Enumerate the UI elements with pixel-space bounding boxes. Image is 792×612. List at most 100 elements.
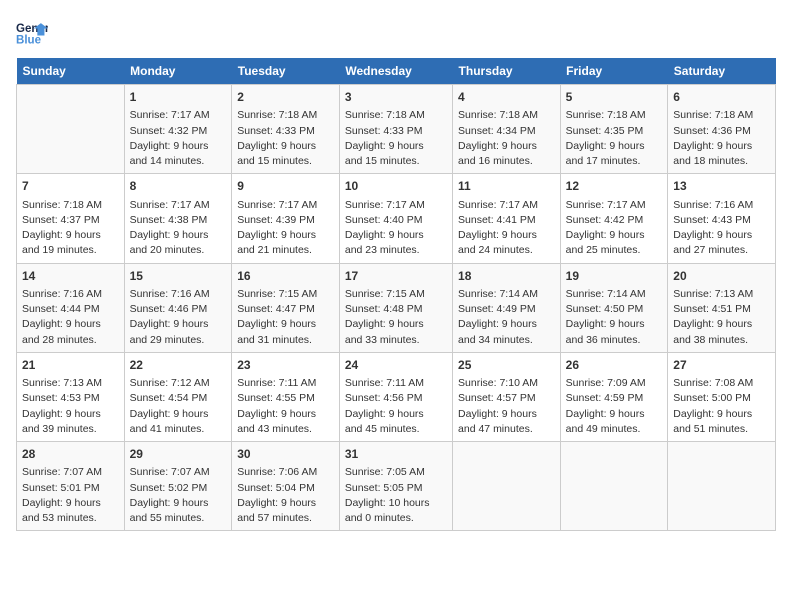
day-number: 12 [566, 178, 663, 195]
day-info: Sunrise: 7:18 AM Sunset: 4:34 PM Dayligh… [458, 108, 555, 169]
calendar-table: SundayMondayTuesdayWednesdayThursdayFrid… [16, 58, 776, 531]
day-cell: 5Sunrise: 7:18 AM Sunset: 4:35 PM Daylig… [560, 85, 668, 174]
day-number: 11 [458, 178, 555, 195]
day-number: 17 [345, 268, 447, 285]
day-number: 3 [345, 89, 447, 106]
day-info: Sunrise: 7:07 AM Sunset: 5:02 PM Dayligh… [130, 465, 227, 526]
day-number: 15 [130, 268, 227, 285]
day-info: Sunrise: 7:18 AM Sunset: 4:35 PM Dayligh… [566, 108, 663, 169]
day-number: 24 [345, 357, 447, 374]
day-info: Sunrise: 7:14 AM Sunset: 4:49 PM Dayligh… [458, 287, 555, 348]
header-cell-monday: Monday [124, 58, 232, 85]
day-info: Sunrise: 7:15 AM Sunset: 4:47 PM Dayligh… [237, 287, 334, 348]
day-cell: 1 Sunrise: 7:17 AM Sunset: 4:32 PM Daylig… [124, 85, 232, 174]
day-number: 1 [130, 89, 227, 106]
calendar-body: 1 Sunrise: 7:17 AM Sunset: 4:32 PM Daylig… [17, 85, 776, 531]
header-cell-sunday: Sunday [17, 58, 125, 85]
day-info: Sunrise: 7:13 AM Sunset: 4:51 PM Dayligh… [673, 287, 770, 348]
day-info: Sunrise: 7:17 AM Sunset: 4:32 PM Dayligh… [130, 108, 227, 169]
day-number: 8 [130, 178, 227, 195]
day-cell: 9Sunrise: 7:17 AM Sunset: 4:39 PM Daylig… [232, 174, 340, 263]
day-number: 21 [22, 357, 119, 374]
day-cell: 20Sunrise: 7:13 AM Sunset: 4:51 PM Dayli… [668, 263, 776, 352]
header: General Blue [16, 16, 776, 48]
day-info: Sunrise: 7:12 AM Sunset: 4:54 PM Dayligh… [130, 376, 227, 437]
day-cell: 8 Sunrise: 7:17 AM Sunset: 4:38 PM Daylig… [124, 174, 232, 263]
day-number: 2 [237, 89, 334, 106]
day-cell: 25 Sunrise: 7:10 AM Sunset: 4:57 PM Dayli… [453, 352, 561, 441]
logo-icon: General Blue [16, 16, 48, 48]
day-number: 25 [458, 357, 555, 374]
day-cell: 21 Sunrise: 7:13 AM Sunset: 4:53 PM Dayli… [17, 352, 125, 441]
day-cell [453, 442, 561, 531]
day-number: 30 [237, 446, 334, 463]
day-cell [668, 442, 776, 531]
day-info: Sunrise: 7:05 AM Sunset: 5:05 PM Dayligh… [345, 465, 447, 526]
day-number: 16 [237, 268, 334, 285]
day-number: 19 [566, 268, 663, 285]
day-cell: 27Sunrise: 7:08 AM Sunset: 5:00 PM Dayli… [668, 352, 776, 441]
day-cell [17, 85, 125, 174]
logo: General Blue [16, 16, 48, 48]
day-cell: 17 Sunrise: 7:15 AM Sunset: 4:48 PM Dayli… [339, 263, 452, 352]
day-info: Sunrise: 7:10 AM Sunset: 4:57 PM Dayligh… [458, 376, 555, 437]
header-cell-tuesday: Tuesday [232, 58, 340, 85]
day-cell: 3 Sunrise: 7:18 AM Sunset: 4:33 PM Daylig… [339, 85, 452, 174]
day-cell [560, 442, 668, 531]
day-info: Sunrise: 7:06 AM Sunset: 5:04 PM Dayligh… [237, 465, 334, 526]
day-info: Sunrise: 7:09 AM Sunset: 4:59 PM Dayligh… [566, 376, 663, 437]
day-info: Sunrise: 7:07 AM Sunset: 5:01 PM Dayligh… [22, 465, 119, 526]
day-info: Sunrise: 7:13 AM Sunset: 4:53 PM Dayligh… [22, 376, 119, 437]
day-info: Sunrise: 7:15 AM Sunset: 4:48 PM Dayligh… [345, 287, 447, 348]
day-cell: 12Sunrise: 7:17 AM Sunset: 4:42 PM Dayli… [560, 174, 668, 263]
svg-text:Blue: Blue [16, 35, 42, 47]
week-row-5: 28Sunrise: 7:07 AM Sunset: 5:01 PM Dayli… [17, 442, 776, 531]
week-row-2: 7 Sunrise: 7:18 AM Sunset: 4:37 PM Daylig… [17, 174, 776, 263]
day-cell: 16 Sunrise: 7:15 AM Sunset: 4:47 PM Dayli… [232, 263, 340, 352]
header-cell-thursday: Thursday [453, 58, 561, 85]
day-cell: 13 Sunrise: 7:16 AM Sunset: 4:43 PM Dayli… [668, 174, 776, 263]
day-info: Sunrise: 7:18 AM Sunset: 4:33 PM Dayligh… [345, 108, 447, 169]
day-info: Sunrise: 7:11 AM Sunset: 4:55 PM Dayligh… [237, 376, 334, 437]
day-cell: 2Sunrise: 7:18 AM Sunset: 4:33 PM Daylig… [232, 85, 340, 174]
day-cell: 6Sunrise: 7:18 AM Sunset: 4:36 PM Daylig… [668, 85, 776, 174]
day-cell: 14 Sunrise: 7:16 AM Sunset: 4:44 PM Dayli… [17, 263, 125, 352]
day-cell: 18Sunrise: 7:14 AM Sunset: 4:49 PM Dayli… [453, 263, 561, 352]
day-number: 23 [237, 357, 334, 374]
day-info: Sunrise: 7:16 AM Sunset: 4:43 PM Dayligh… [673, 198, 770, 259]
day-info: Sunrise: 7:16 AM Sunset: 4:44 PM Dayligh… [22, 287, 119, 348]
day-info: Sunrise: 7:18 AM Sunset: 4:36 PM Dayligh… [673, 108, 770, 169]
day-number: 9 [237, 178, 334, 195]
day-number: 31 [345, 446, 447, 463]
day-cell: 10Sunrise: 7:17 AM Sunset: 4:40 PM Dayli… [339, 174, 452, 263]
day-info: Sunrise: 7:16 AM Sunset: 4:46 PM Dayligh… [130, 287, 227, 348]
day-cell: 29Sunrise: 7:07 AM Sunset: 5:02 PM Dayli… [124, 442, 232, 531]
day-cell: 11 Sunrise: 7:17 AM Sunset: 4:41 PM Dayli… [453, 174, 561, 263]
day-info: Sunrise: 7:11 AM Sunset: 4:56 PM Dayligh… [345, 376, 447, 437]
day-number: 22 [130, 357, 227, 374]
header-cell-wednesday: Wednesday [339, 58, 452, 85]
day-cell: 15 Sunrise: 7:16 AM Sunset: 4:46 PM Dayli… [124, 263, 232, 352]
day-cell: 26Sunrise: 7:09 AM Sunset: 4:59 PM Dayli… [560, 352, 668, 441]
day-cell: 31 Sunrise: 7:05 AM Sunset: 5:05 PM Dayli… [339, 442, 452, 531]
day-number: 7 [22, 178, 119, 195]
header-cell-saturday: Saturday [668, 58, 776, 85]
day-info: Sunrise: 7:14 AM Sunset: 4:50 PM Dayligh… [566, 287, 663, 348]
header-row: SundayMondayTuesdayWednesdayThursdayFrid… [17, 58, 776, 85]
day-info: Sunrise: 7:18 AM Sunset: 4:37 PM Dayligh… [22, 198, 119, 259]
day-number: 14 [22, 268, 119, 285]
day-info: Sunrise: 7:17 AM Sunset: 4:38 PM Dayligh… [130, 198, 227, 259]
day-cell: 24 Sunrise: 7:11 AM Sunset: 4:56 PM Dayli… [339, 352, 452, 441]
day-number: 13 [673, 178, 770, 195]
day-cell: 23 Sunrise: 7:11 AM Sunset: 4:55 PM Dayli… [232, 352, 340, 441]
day-cell: 28Sunrise: 7:07 AM Sunset: 5:01 PM Dayli… [17, 442, 125, 531]
day-cell: 22 Sunrise: 7:12 AM Sunset: 4:54 PM Dayli… [124, 352, 232, 441]
week-row-1: 1 Sunrise: 7:17 AM Sunset: 4:32 PM Daylig… [17, 85, 776, 174]
day-info: Sunrise: 7:17 AM Sunset: 4:41 PM Dayligh… [458, 198, 555, 259]
week-row-3: 14 Sunrise: 7:16 AM Sunset: 4:44 PM Dayli… [17, 263, 776, 352]
header-cell-friday: Friday [560, 58, 668, 85]
day-number: 4 [458, 89, 555, 106]
day-info: Sunrise: 7:17 AM Sunset: 4:40 PM Dayligh… [345, 198, 447, 259]
day-cell: 4 Sunrise: 7:18 AM Sunset: 4:34 PM Daylig… [453, 85, 561, 174]
day-cell: 19 Sunrise: 7:14 AM Sunset: 4:50 PM Dayli… [560, 263, 668, 352]
